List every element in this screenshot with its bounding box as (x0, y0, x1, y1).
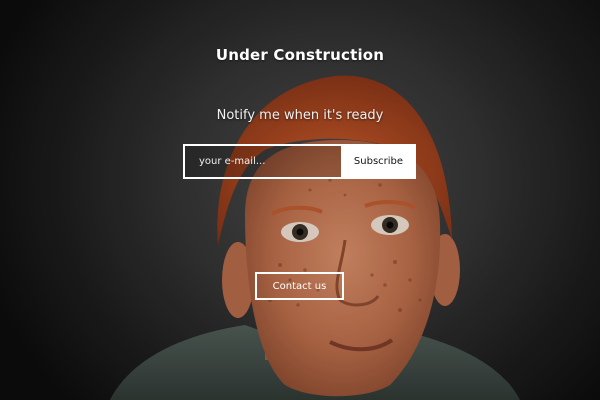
email-input[interactable] (183, 144, 341, 179)
contact-us-button[interactable]: Contact us (255, 272, 344, 300)
under-construction-page: Under Construction Notify me when it's r… (0, 0, 600, 400)
page-title: Under Construction (215, 46, 385, 64)
notify-text: Notify me when it's ready (216, 108, 384, 123)
subscribe-form: Subscribe (183, 144, 416, 179)
subscribe-button[interactable]: Subscribe (341, 144, 416, 179)
